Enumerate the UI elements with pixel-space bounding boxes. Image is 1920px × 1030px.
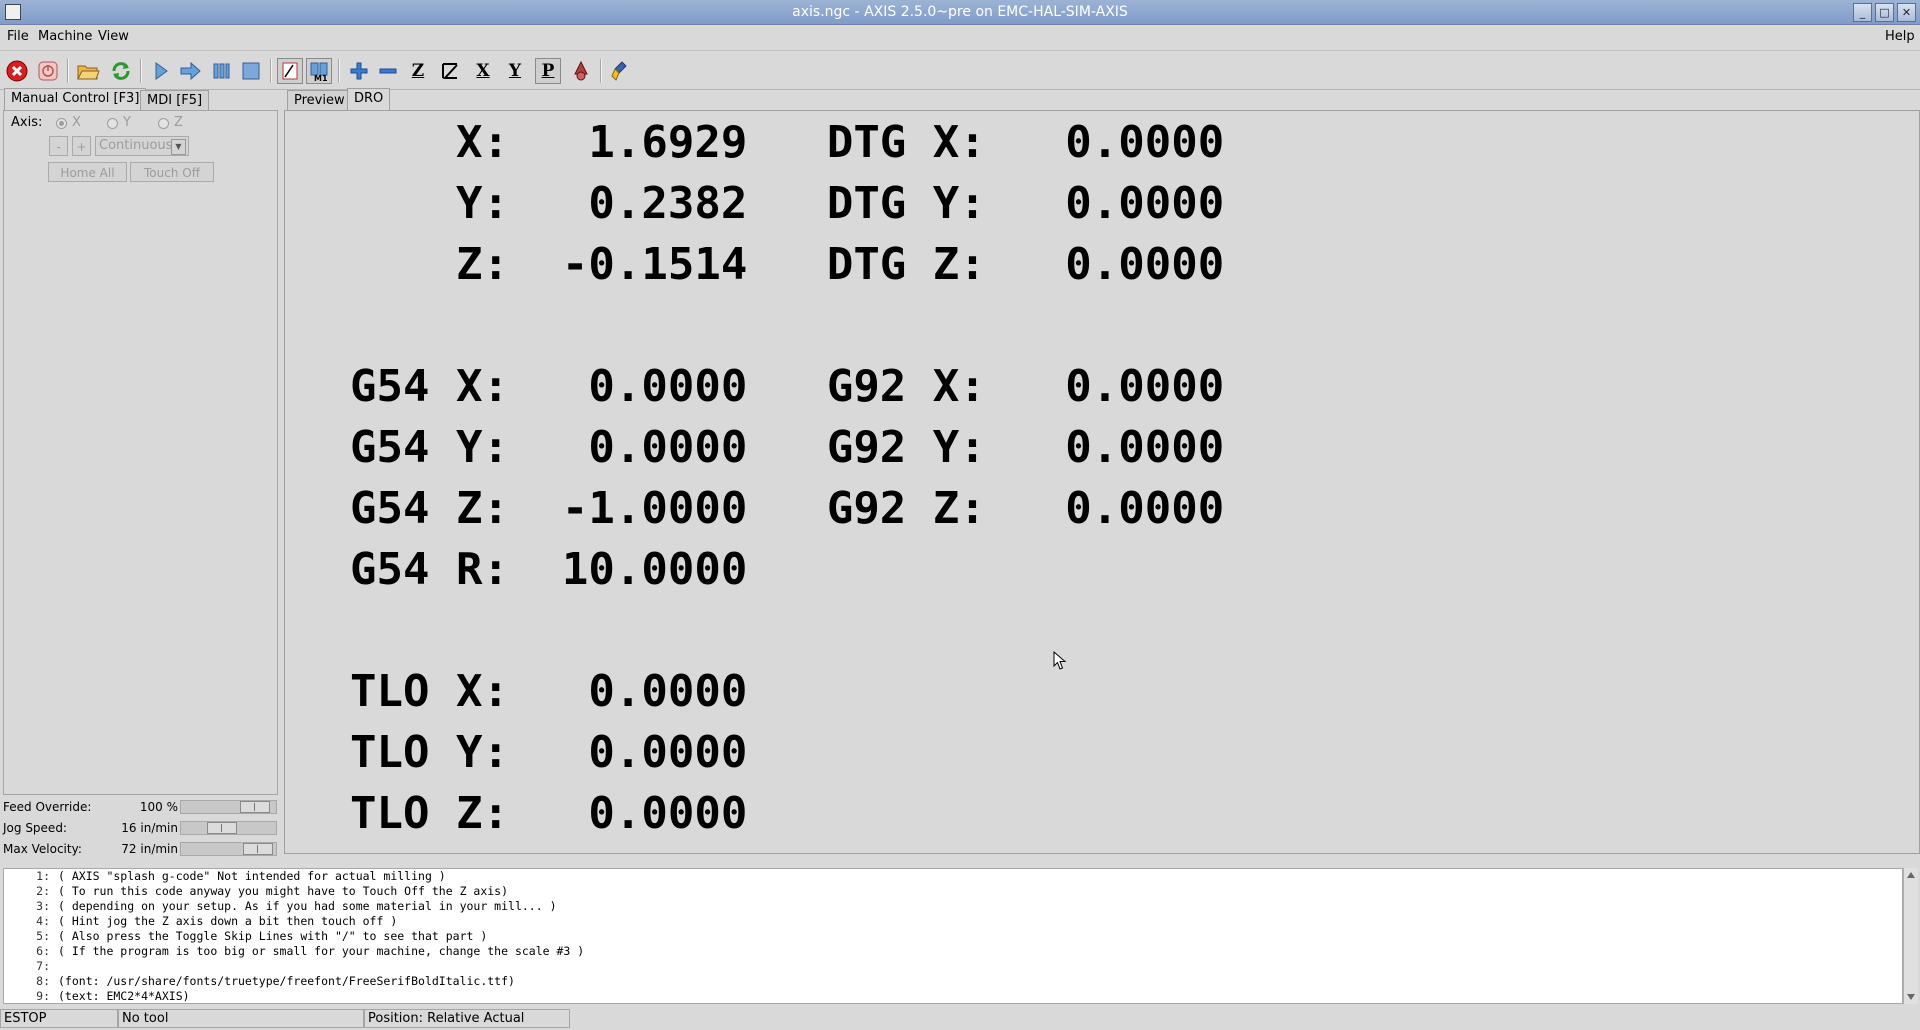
jog-speed-value: 16 in/min	[121, 821, 178, 835]
axis-x-radio[interactable]	[56, 118, 67, 129]
max-velocity-value: 72 in/min	[121, 842, 178, 856]
view-p-icon[interactable]: P	[535, 58, 561, 84]
optional-stop-icon[interactable]: M1	[306, 58, 332, 84]
gcode-line: 9: (text: EMC2*4*AXIS)	[36, 989, 190, 1003]
dro-line: G54 Y: 0.0000 G92 Y: 0.0000	[350, 422, 1225, 473]
jog-speed-thumb[interactable]	[207, 822, 237, 834]
gcode-scrollbar[interactable]	[1903, 868, 1918, 1004]
stop-icon[interactable]	[238, 58, 264, 84]
dro-line: TLO Y: 0.0000	[350, 727, 748, 778]
position-status: Position: Relative Actual	[364, 1009, 570, 1028]
view-y-icon[interactable]: Y	[502, 58, 528, 84]
estop-icon[interactable]	[4, 58, 30, 84]
rotate-icon[interactable]	[568, 58, 594, 84]
axis-z-radio[interactable]	[158, 118, 169, 129]
jog-mode-value: Continuous	[99, 138, 173, 153]
axis-z-label: Z	[174, 115, 183, 130]
gcode-line: 1:( AXIS "splash g-code" Not intended fo…	[36, 869, 446, 883]
window-title: axis.ngc - AXIS 2.5.0~pre on EMC-HAL-SIM…	[792, 4, 1128, 20]
step-icon[interactable]	[178, 58, 204, 84]
menu-bar: File Machine View Help	[0, 25, 1920, 49]
zoom-in-icon[interactable]	[346, 58, 372, 84]
jog-speed-label: Jog Speed:	[3, 821, 67, 835]
view-z-icon[interactable]: Z	[405, 58, 431, 84]
dro-line: Z: -0.1514 DTG Z: 0.0000	[350, 239, 1225, 290]
axis-x-label: X	[72, 115, 81, 130]
tab-manual-control[interactable]: Manual Control [F3]	[4, 88, 147, 110]
menu-file[interactable]: File	[7, 29, 29, 44]
dro-panel: X: 1.6929 DTG X: 0.0000 Y: 0.2382 DTG Y:…	[284, 110, 1920, 854]
estop-status: ESTOP	[0, 1009, 118, 1028]
gcode-line: 6:( If the program is too big or small f…	[36, 944, 585, 958]
feed-override-thumb[interactable]	[240, 801, 270, 813]
pause-icon[interactable]	[208, 58, 234, 84]
gcode-line: 8: (font: /usr/share/fonts/truetype/freef…	[36, 974, 515, 988]
mouse-cursor-icon	[1053, 651, 1067, 670]
machine-power-icon[interactable]	[35, 58, 61, 84]
feed-override-slider[interactable]	[180, 800, 277, 814]
zoom-out-icon[interactable]	[375, 58, 401, 84]
tool-status: No tool	[118, 1009, 364, 1028]
jog-minus-button[interactable]: -	[49, 136, 68, 156]
reload-icon[interactable]	[108, 58, 134, 84]
manual-control-panel: Axis: X Y Z - + Continuous ▼ Home All To…	[3, 110, 278, 795]
axis-y-radio[interactable]	[107, 118, 118, 129]
menu-view[interactable]: View	[98, 29, 129, 44]
feed-override-value: 100 %	[139, 800, 178, 814]
menu-machine[interactable]: Machine	[38, 29, 92, 44]
jog-mode-select[interactable]: Continuous ▼	[95, 136, 189, 156]
tab-dro[interactable]: DRO	[347, 88, 391, 110]
open-file-icon[interactable]	[75, 58, 101, 84]
clear-plot-icon[interactable]	[608, 58, 634, 84]
jog-speed-slider[interactable]	[180, 821, 277, 835]
dro-line: G54 R: 10.0000	[350, 544, 748, 595]
axis-label: Axis:	[11, 115, 43, 130]
gcode-line: 4:( Hint jog the Z axis down a bit then …	[36, 914, 398, 928]
gcode-line: 5:( Also press the Toggle Skip Lines wit…	[36, 929, 488, 943]
dro-line: Y: 0.2382 DTG Y: 0.0000	[350, 178, 1225, 229]
tab-mdi[interactable]: MDI [F5]	[140, 90, 210, 110]
menu-help[interactable]: Help	[1885, 29, 1915, 44]
run-icon[interactable]	[148, 58, 174, 84]
max-velocity-label: Max Velocity:	[3, 842, 82, 856]
dro-line: TLO X: 0.0000	[350, 666, 748, 717]
svg-text:M1: M1	[314, 74, 328, 82]
minimize-button[interactable]: _	[1853, 3, 1872, 22]
title-bar: axis.ngc - AXIS 2.5.0~pre on EMC-HAL-SIM…	[0, 0, 1920, 25]
maximize-button[interactable]: □	[1875, 3, 1894, 22]
close-window-button[interactable]: ✕	[1897, 3, 1916, 22]
block-delete-icon[interactable]	[277, 58, 303, 84]
home-all-button[interactable]: Home All	[48, 162, 127, 182]
max-velocity-slider[interactable]	[180, 842, 277, 856]
max-velocity-thumb[interactable]	[243, 843, 273, 855]
dro-line: TLO Z: 0.0000	[350, 788, 748, 839]
gcode-text-area[interactable]: 1:( AXIS "splash g-code" Not intended fo…	[3, 868, 1903, 1004]
status-bar: ESTOP No tool Position: Relative Actual	[0, 1007, 1920, 1030]
jog-plus-button[interactable]: +	[72, 136, 91, 156]
dro-line: X: 1.6929 DTG X: 0.0000	[350, 117, 1225, 168]
axis-y-label: Y	[123, 115, 131, 130]
toolbar: M1 Z X Y P	[0, 50, 1920, 90]
gcode-line: 7:	[36, 959, 50, 973]
dro-line: G54 X: 0.0000 G92 X: 0.0000	[350, 361, 1225, 412]
view-z2-icon[interactable]	[437, 58, 463, 84]
touch-off-button[interactable]: Touch Off	[130, 162, 214, 182]
gcode-line: 2:( To run this code anyway you might ha…	[36, 884, 509, 898]
jog-speed-row: Jog Speed: 16 in/min	[0, 819, 280, 839]
chevron-down-icon: ▼	[171, 139, 186, 155]
gcode-line: 3:( depending on your setup. As if you h…	[36, 899, 557, 913]
dro-line: G54 Z: -1.0000 G92 Z: 0.0000	[350, 483, 1225, 534]
feed-override-label: Feed Override:	[3, 800, 92, 814]
view-x-icon[interactable]: X	[470, 58, 496, 84]
tab-preview[interactable]: Preview	[287, 90, 352, 110]
feed-override-row: Feed Override: 100 %	[0, 798, 280, 818]
max-velocity-row: Max Velocity: 72 in/min	[0, 840, 280, 860]
